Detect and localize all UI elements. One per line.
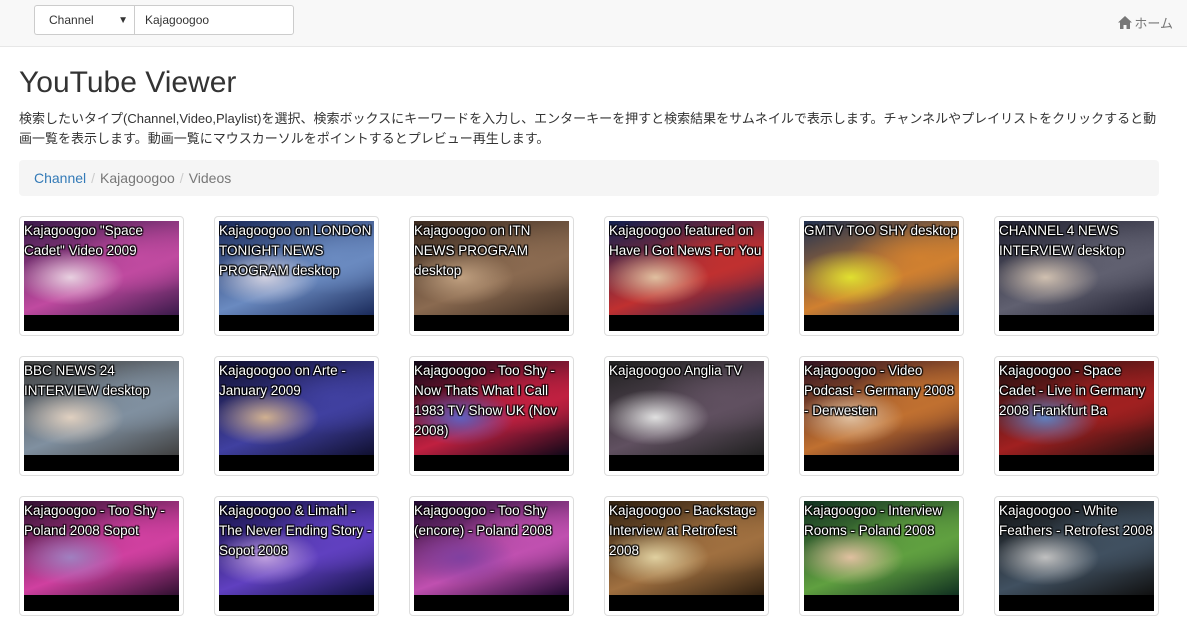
breadcrumb-item-kajagoogoo: Kajagoogoo bbox=[100, 170, 175, 186]
video-title: Kajagoogoo - Video Podcast - Germany 200… bbox=[804, 363, 955, 418]
video-title: Kajagoogoo on Arte - January 2009 bbox=[219, 363, 346, 398]
video-thumbnail: Kajagoogoo - White Feathers - Retrofest … bbox=[999, 501, 1154, 611]
video-title: CHANNEL 4 NEWS INTERVIEW desktop bbox=[999, 223, 1125, 258]
video-thumbnail: CHANNEL 4 NEWS INTERVIEW desktop bbox=[999, 221, 1154, 331]
video-title: Kajagoogoo - Too Shy (encore) - Poland 2… bbox=[414, 503, 553, 538]
search-type-value: Channel bbox=[49, 13, 94, 27]
video-thumbnail: Kajagoogoo - Too Shy (encore) - Poland 2… bbox=[414, 501, 569, 611]
video-thumbnail: Kajagoogoo - Too Shy - Now Thats What I … bbox=[414, 361, 569, 471]
video-thumbnail: Kajagoogoo on Arte - January 2009 bbox=[219, 361, 374, 471]
video-thumbnail: Kajagoogoo & Limahl - The Never Ending S… bbox=[219, 501, 374, 611]
video-tile[interactable]: Kajagoogoo - Backstage Interview at Retr… bbox=[604, 496, 769, 616]
video-thumbnail: Kajagoogoo - Video Podcast - Germany 200… bbox=[804, 361, 959, 471]
video-thumbnail: Kajagoogoo - Backstage Interview at Retr… bbox=[609, 501, 764, 611]
home-label: ホーム bbox=[1134, 16, 1173, 31]
search-input[interactable]: Kajagoogoo bbox=[134, 5, 294, 35]
video-tile[interactable]: Kajagoogoo Anglia TV bbox=[604, 356, 769, 476]
breadcrumb-separator: / bbox=[179, 170, 184, 186]
video-tile[interactable]: Kajagoogoo - White Feathers - Retrofest … bbox=[994, 496, 1159, 616]
video-tile[interactable]: Kajagoogoo - Interview Rooms - Poland 20… bbox=[799, 496, 964, 616]
search-type-select[interactable]: Channel ▼ bbox=[34, 5, 134, 35]
video-title: GMTV TOO SHY desktop bbox=[804, 223, 958, 238]
video-tile[interactable]: Kajagoogoo - Too Shy - Poland 2008 Sopot bbox=[19, 496, 184, 616]
video-thumbnail: Kajagoogoo on ITN NEWS PROGRAM desktop bbox=[414, 221, 569, 331]
breadcrumb-separator: / bbox=[91, 170, 96, 186]
video-title: Kajagoogoo on LONDON TONIGHT NEWS PROGRA… bbox=[219, 223, 372, 278]
video-thumbnail: Kajagoogoo - Too Shy - Poland 2008 Sopot bbox=[24, 501, 179, 611]
video-title: Kajagoogoo Anglia TV bbox=[609, 363, 743, 378]
video-tile[interactable]: Kajagoogoo on ITN NEWS PROGRAM desktop bbox=[409, 216, 574, 336]
video-thumbnail: Kajagoogoo Anglia TV bbox=[609, 361, 764, 471]
main-container: YouTube Viewer 検索したいタイプ(Channel,Video,Pl… bbox=[0, 66, 1187, 626]
video-tile[interactable]: CHANNEL 4 NEWS INTERVIEW desktop bbox=[994, 216, 1159, 336]
video-thumbnail: GMTV TOO SHY desktop bbox=[804, 221, 959, 331]
video-thumbnail: Kajagoogoo - Interview Rooms - Poland 20… bbox=[804, 501, 959, 611]
video-title: Kajagoogoo - Interview Rooms - Poland 20… bbox=[804, 503, 943, 538]
breadcrumb-item-channel[interactable]: Channel bbox=[34, 170, 86, 186]
top-navbar: Channel ▼ Kajagoogoo ホーム bbox=[0, 0, 1187, 47]
video-tile[interactable]: Kajagoogoo on LONDON TONIGHT NEWS PROGRA… bbox=[214, 216, 379, 336]
page-description: 検索したいタイプ(Channel,Video,Playlist)を選択、検索ボッ… bbox=[19, 111, 1157, 146]
breadcrumb-item-videos: Videos bbox=[188, 170, 232, 186]
video-title: Kajagoogoo - White Feathers - Retrofest … bbox=[999, 503, 1153, 538]
breadcrumb: Channel / Kajagoogoo / Videos bbox=[19, 160, 1159, 196]
video-thumbnail: Kajagoogoo "Space Cadet" Video 2009 bbox=[24, 221, 179, 331]
video-tile[interactable]: Kajagoogoo "Space Cadet" Video 2009 bbox=[19, 216, 184, 336]
video-thumbnail: Kajagoogoo on LONDON TONIGHT NEWS PROGRA… bbox=[219, 221, 374, 331]
video-thumbnail: BBC NEWS 24 INTERVIEW desktop bbox=[24, 361, 179, 471]
search-group: Channel ▼ Kajagoogoo bbox=[34, 5, 294, 35]
video-grid: Kajagoogoo "Space Cadet" Video 2009 Kajag… bbox=[19, 216, 1159, 626]
video-tile[interactable]: Kajagoogoo - Space Cadet - Live in Germa… bbox=[994, 356, 1159, 476]
video-title: Kajagoogoo - Too Shy - Poland 2008 Sopot bbox=[24, 503, 165, 538]
video-title: Kajagoogoo & Limahl - The Never Ending S… bbox=[219, 503, 372, 558]
video-tile[interactable]: Kajagoogoo on Arte - January 2009 bbox=[214, 356, 379, 476]
video-title: Kajagoogoo "Space Cadet" Video 2009 bbox=[24, 223, 143, 258]
video-thumbnail: Kajagoogoo featured on Have I Got News F… bbox=[609, 221, 764, 331]
home-link[interactable]: ホーム bbox=[1118, 13, 1173, 32]
page-title: YouTube Viewer bbox=[19, 66, 237, 99]
video-tile[interactable]: Kajagoogoo featured on Have I Got News F… bbox=[604, 216, 769, 336]
chevron-down-icon: ▼ bbox=[118, 14, 128, 26]
video-tile[interactable]: Kajagoogoo - Too Shy (encore) - Poland 2… bbox=[409, 496, 574, 616]
video-tile[interactable]: Kajagoogoo & Limahl - The Never Ending S… bbox=[214, 496, 379, 616]
video-tile[interactable]: Kajagoogoo - Too Shy - Now Thats What I … bbox=[409, 356, 574, 476]
video-tile[interactable]: BBC NEWS 24 INTERVIEW desktop bbox=[19, 356, 184, 476]
video-title: Kajagoogoo - Too Shy - Now Thats What I … bbox=[414, 363, 558, 438]
video-tile[interactable]: GMTV TOO SHY desktop bbox=[799, 216, 964, 336]
video-thumbnail: Kajagoogoo - Space Cadet - Live in Germa… bbox=[999, 361, 1154, 471]
video-title: Kajagoogoo featured on Have I Got News F… bbox=[609, 223, 762, 258]
video-title: BBC NEWS 24 INTERVIEW desktop bbox=[24, 363, 150, 398]
video-tile[interactable]: Kajagoogoo - Video Podcast - Germany 200… bbox=[799, 356, 964, 476]
video-title: Kajagoogoo - Space Cadet - Live in Germa… bbox=[999, 363, 1146, 418]
home-icon bbox=[1118, 16, 1133, 29]
video-title: Kajagoogoo - Backstage Interview at Retr… bbox=[609, 503, 757, 558]
video-title: Kajagoogoo on ITN NEWS PROGRAM desktop bbox=[414, 223, 531, 278]
